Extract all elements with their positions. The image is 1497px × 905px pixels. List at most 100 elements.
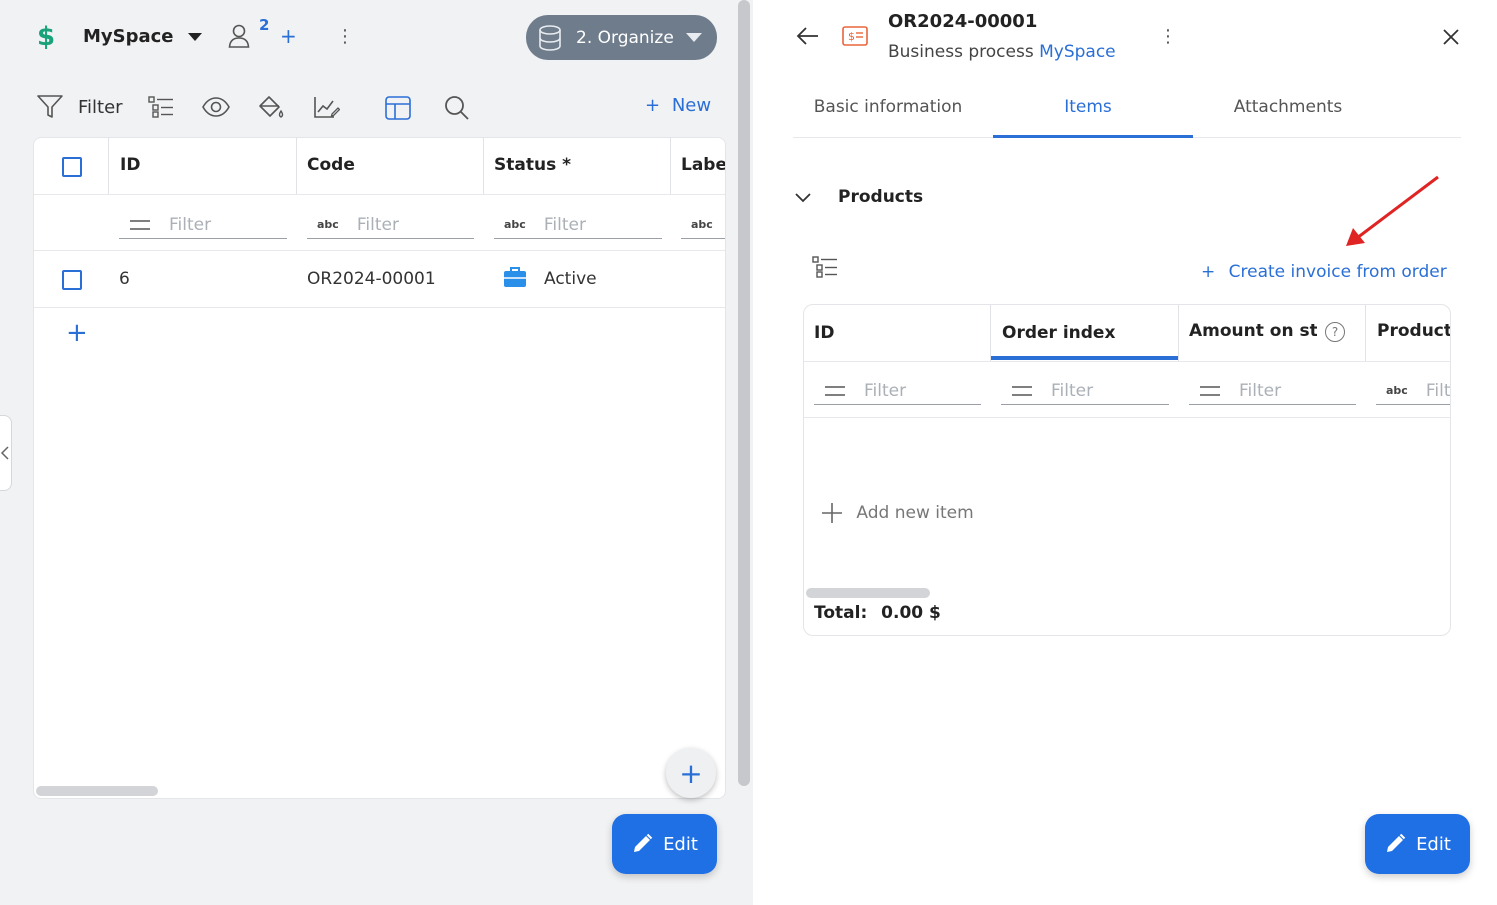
equals-icon [130,219,150,230]
new-label: New [671,95,712,116]
back-arrow-icon[interactable] [796,26,820,46]
text-type-icon: abc [504,218,526,231]
order-index-filter-input[interactable]: Filter [1001,377,1169,405]
add-new-item-button[interactable]: Add new item [821,502,974,524]
paint-bucket-icon[interactable] [256,94,284,120]
column-divider [296,138,297,194]
layout-icon[interactable] [385,96,411,120]
edit-label: Edit [663,833,698,855]
user-icon[interactable] [228,24,250,48]
filter-placeholder: Filt [1425,380,1451,401]
equals-icon [825,385,845,396]
column-divider [483,138,484,194]
tab-basic-information[interactable]: Basic information [788,97,988,117]
divider [804,417,1450,418]
filter-icon[interactable] [37,95,63,119]
add-member-icon[interactable]: + [280,24,297,48]
horizontal-scrollbar[interactable] [806,588,930,598]
chevron-left-icon [0,446,9,460]
table-row[interactable]: 6 OR2024-00001 Active [34,251,725,307]
filter-placeholder: Filter [1051,380,1094,401]
filter-placeholder: Filter [543,214,586,235]
visibility-icon[interactable] [202,97,230,117]
edit-button[interactable]: Edit [1365,814,1470,874]
products-section-title[interactable]: Products [838,187,923,207]
sorted-column-indicator [991,356,1178,360]
filter-button[interactable]: Filter [78,97,123,118]
equals-icon [1200,385,1220,396]
chevron-down-icon[interactable] [794,192,812,204]
create-invoice-label: Create invoice from order [1228,262,1447,282]
add-row-icon[interactable]: + [66,318,88,348]
row-code: OR2024-00001 [307,269,436,289]
chart-edit-icon[interactable] [312,94,340,120]
code-filter-input[interactable]: abc Filter [307,211,474,239]
column-header-code[interactable]: Code [307,155,355,175]
annotation-arrow [1341,172,1445,250]
plus-icon: + [645,95,661,116]
tree-view-icon[interactable] [812,256,838,278]
divider [804,361,1450,362]
horizontal-scrollbar[interactable] [36,786,158,796]
plus-icon [822,503,842,523]
record-title: OR2024-00001 [888,11,1038,32]
workspace-link[interactable]: MySpace [1039,42,1116,62]
record-more-options-icon[interactable]: ⋮ [1159,26,1177,47]
stage-selector-button[interactable]: 2. Organize [526,15,717,60]
help-icon[interactable]: ? [1325,322,1345,342]
records-grid: ID Code Status * Label Filter abc Filter… [33,137,726,799]
subtitle-prefix: Business process [888,42,1034,62]
label-filter-input[interactable]: abc [681,211,725,239]
add-record-fab[interactable]: + [666,748,716,798]
column-divider [1365,305,1366,361]
workspace-dropdown-icon[interactable] [188,33,202,41]
tab-items[interactable]: Items [988,97,1188,117]
workspace-name[interactable]: MySpace [83,26,174,47]
stage-label: 2. Organize [576,27,674,48]
dollar-icon: $ [37,22,56,52]
tab-attachments[interactable]: Attachments [1188,97,1388,117]
column-header-status[interactable]: Status * [494,155,571,175]
equals-icon [1012,385,1032,396]
amount-filter-input[interactable]: Filter [1189,377,1356,405]
pencil-icon [1387,833,1406,852]
vertical-scrollbar[interactable] [738,0,750,786]
column-header-id[interactable]: ID [814,323,834,343]
row-checkbox[interactable] [62,270,82,290]
row-id: 6 [119,269,130,289]
column-divider [670,138,671,194]
database-icon [539,24,561,51]
id-filter-input[interactable]: Filter [119,211,287,239]
text-type-icon: abc [317,218,339,231]
column-header-amount-on-stock[interactable]: Amount on stoc [1189,321,1317,341]
filter-placeholder: Filter [356,214,399,235]
close-icon[interactable] [1442,28,1460,46]
total-row: Total: 0.00 $ [814,603,941,623]
column-header-order-index[interactable]: Order index [1002,323,1115,343]
column-divider [990,305,991,361]
status-filter-input[interactable]: abc Filter [494,211,662,239]
active-tab-indicator [993,135,1193,138]
column-divider [108,138,109,194]
create-invoice-from-order-button[interactable]: + Create invoice from order [1201,262,1447,282]
briefcase-icon [503,266,527,288]
edit-button[interactable]: Edit [612,814,717,874]
id-filter-input[interactable]: Filter [814,377,981,405]
column-header-id[interactable]: ID [120,155,140,175]
products-filter-input[interactable]: abc Filt [1376,377,1451,405]
tree-view-icon[interactable] [148,96,174,118]
new-record-button[interactable]: + New [645,95,711,116]
column-header-label[interactable]: Label [681,155,725,175]
more-options-icon[interactable]: ⋮ [336,26,354,47]
record-type-icon: $ [842,26,868,46]
pencil-icon [634,833,653,852]
search-icon[interactable] [444,95,470,121]
filter-placeholder: Filter [864,380,907,401]
record-detail-panel: $ OR2024-00001 Business process MySpace … [753,0,1497,905]
filter-placeholder: Filter [169,214,212,235]
stage-dropdown-icon [685,33,702,42]
column-divider [1178,305,1179,361]
column-header-products[interactable]: Products [1377,321,1450,341]
select-all-checkbox[interactable] [62,157,82,177]
collapse-panel-handle[interactable] [0,415,12,491]
